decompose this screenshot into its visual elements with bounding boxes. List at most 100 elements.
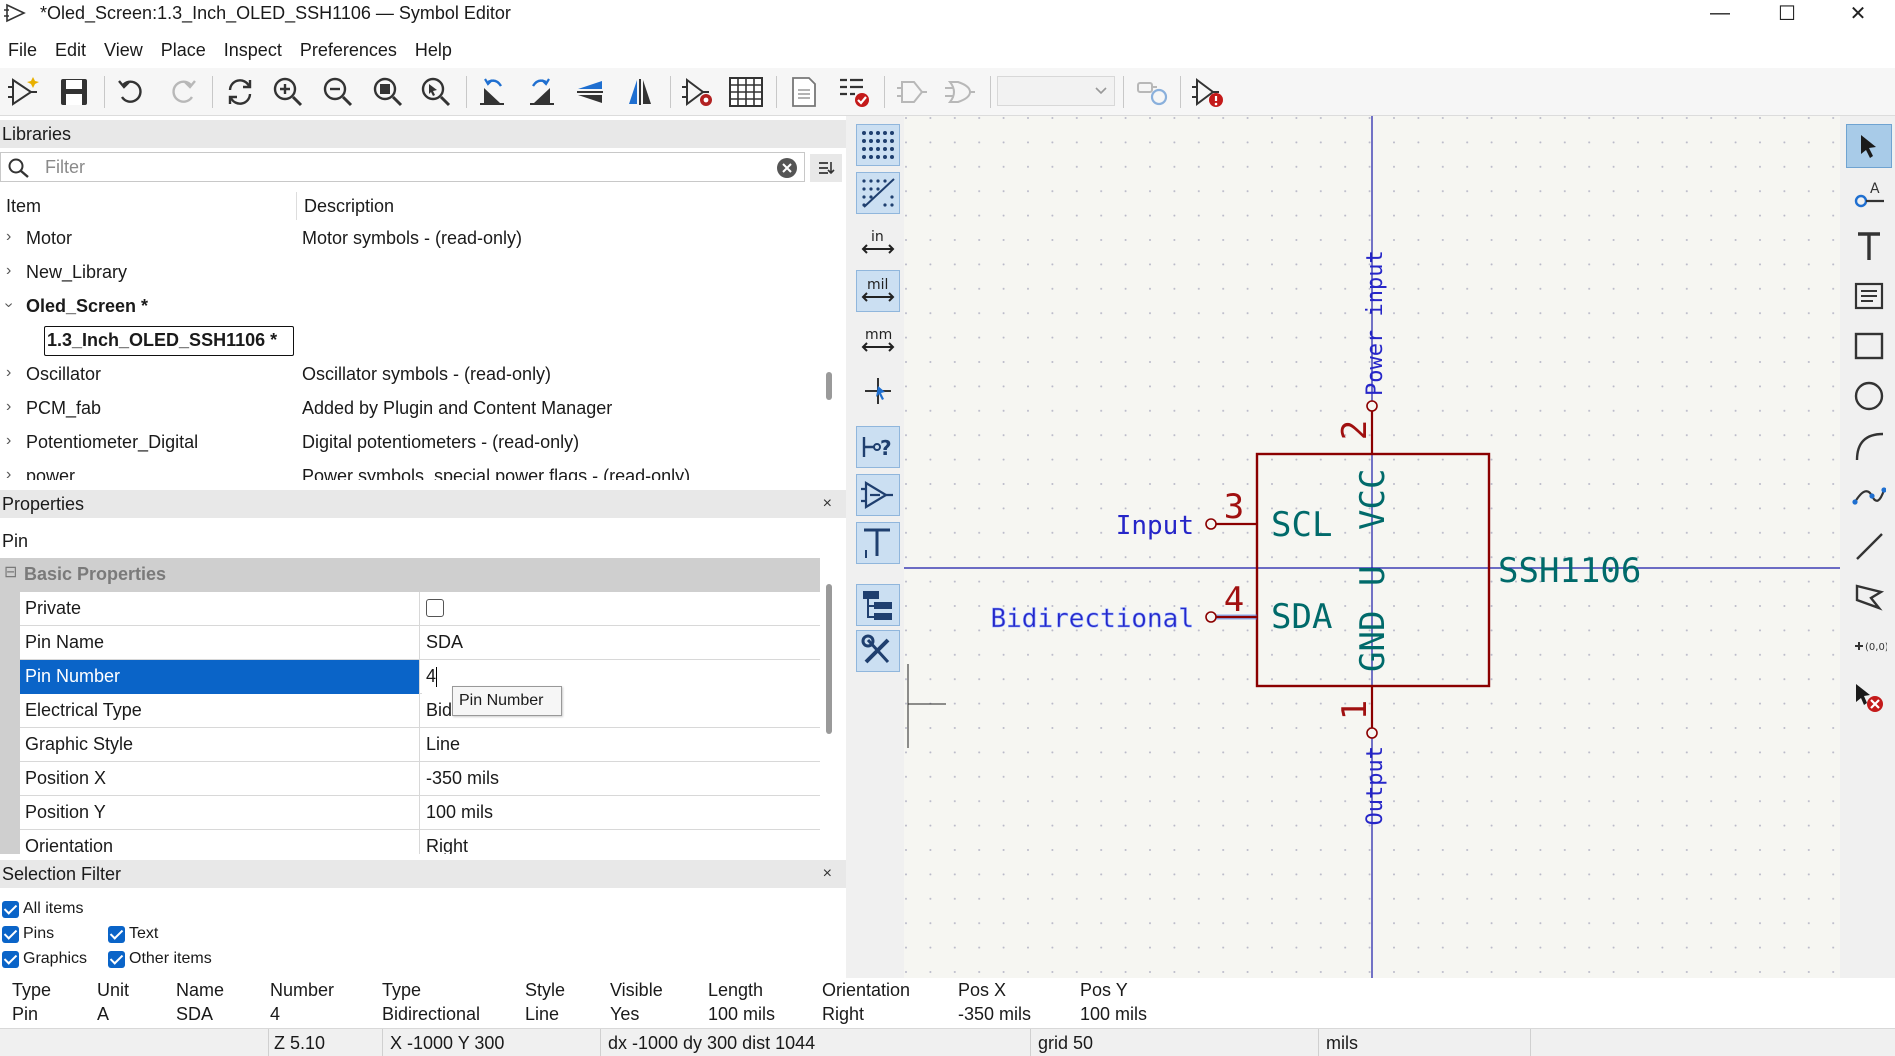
- collapse-icon[interactable]: ⊟: [4, 562, 17, 582]
- select-tool-icon[interactable]: [1846, 124, 1892, 168]
- refresh-icon[interactable]: [220, 74, 260, 110]
- private-checkbox[interactable]: [426, 599, 444, 618]
- undo-icon[interactable]: [112, 74, 152, 110]
- add-textbox-icon[interactable]: [1846, 274, 1892, 318]
- filter-other-items[interactable]: Other items: [108, 950, 212, 968]
- pin-name-value[interactable]: SDA: [422, 626, 820, 660]
- add-rectangle-icon[interactable]: [1846, 324, 1892, 368]
- prop-row-pin-name[interactable]: Pin Name SDA: [20, 626, 820, 660]
- clear-filter-icon[interactable]: [776, 157, 798, 179]
- chevron-right-icon[interactable]: ›: [6, 466, 11, 480]
- close-window-button[interactable]: ✕: [1828, 0, 1888, 26]
- zoom-fit-icon[interactable]: [368, 74, 408, 110]
- units-inches-icon[interactable]: in: [856, 222, 900, 264]
- prop-row-electrical-type[interactable]: Electrical Type Bidirectional: [20, 694, 820, 728]
- menu-preferences[interactable]: Preferences: [292, 36, 407, 64]
- col-item-header[interactable]: Item: [6, 196, 41, 217]
- mirror-horizontal-icon[interactable]: [620, 74, 660, 110]
- chevron-right-icon[interactable]: ›: [6, 364, 11, 382]
- show-hidden-pins-icon[interactable]: [856, 474, 900, 516]
- maximize-button[interactable]: ☐: [1757, 0, 1817, 26]
- show-pin-electrical-type-icon[interactable]: ?: [856, 426, 900, 468]
- chevron-right-icon[interactable]: ›: [6, 432, 11, 450]
- menu-place[interactable]: Place: [153, 36, 216, 64]
- position-x-value[interactable]: -350 mils: [422, 762, 820, 796]
- full-crosshair-icon[interactable]: [856, 370, 900, 412]
- prop-row-position-x[interactable]: Position X -350 mils: [20, 762, 820, 796]
- filter-text[interactable]: Text: [108, 925, 158, 943]
- library-row-potentiometer-digital[interactable]: › Potentiometer_Digital Digital potentio…: [0, 426, 820, 460]
- checkbox-checked[interactable]: [108, 925, 125, 943]
- library-row-oled-screen[interactable]: › Oled_Screen *: [0, 290, 820, 324]
- filter-all-items[interactable]: All items: [2, 900, 83, 918]
- show-pin-numbers-icon[interactable]: [856, 522, 900, 564]
- rotate-cw-icon[interactable]: [522, 74, 562, 110]
- show-body-style-icon[interactable]: [892, 74, 932, 110]
- prop-row-orientation[interactable]: Orientation Right: [20, 830, 820, 854]
- library-scrollbar[interactable]: [826, 372, 832, 400]
- hierarchy-navigator-icon[interactable]: [856, 584, 900, 626]
- checkbox-checked[interactable]: [108, 950, 125, 968]
- zoom-in-icon[interactable]: [268, 74, 308, 110]
- add-polygon-icon[interactable]: [1846, 574, 1892, 618]
- menu-inspect[interactable]: Inspect: [216, 36, 292, 64]
- position-y-value[interactable]: 100 mils: [422, 796, 820, 830]
- datasheet-icon[interactable]: [784, 74, 824, 110]
- menu-edit[interactable]: Edit: [47, 36, 96, 64]
- checkbox-checked[interactable]: [2, 950, 19, 968]
- redo-icon[interactable]: [162, 74, 202, 110]
- properties-panel-toggle-icon[interactable]: [856, 630, 900, 672]
- checkbox-checked[interactable]: [2, 925, 19, 943]
- prop-row-position-y[interactable]: Position Y 100 mils: [20, 796, 820, 830]
- library-row-power[interactable]: › power Power symbols, special power fla…: [0, 460, 820, 480]
- add-bezier-icon[interactable]: [1846, 474, 1892, 518]
- library-row-oscillator[interactable]: › Oscillator Oscillator symbols - (read-…: [0, 358, 820, 392]
- category-basic-properties[interactable]: ⊟ Basic Properties: [0, 558, 820, 592]
- menu-help[interactable]: Help: [407, 36, 462, 64]
- orientation-value[interactable]: Right: [422, 830, 820, 854]
- grid-toggle-icon[interactable]: [856, 124, 900, 166]
- symbol-row-selected[interactable]: 1.3_Inch_OLED_SSH1106 *: [0, 324, 820, 358]
- pin-table-icon[interactable]: [726, 74, 766, 110]
- canvas-drawing[interactable]: 3 4 2 1 SCL SDA VCC GND U SSH1106 Input …: [904, 116, 1840, 978]
- set-anchor-icon[interactable]: (0,0): [1846, 624, 1892, 668]
- rotate-ccw-icon[interactable]: [472, 74, 512, 110]
- add-text-icon[interactable]: [1846, 224, 1892, 268]
- col-description-header[interactable]: Description: [304, 196, 394, 217]
- library-row-new-library[interactable]: › New_Library: [0, 256, 820, 290]
- close-selection-filter-button[interactable]: ×: [823, 860, 832, 888]
- prop-row-pin-number[interactable]: Pin Number 4: [20, 660, 820, 694]
- library-filter-input[interactable]: Filter: [0, 152, 805, 182]
- properties-scrollbar[interactable]: [826, 584, 832, 734]
- new-symbol-icon[interactable]: [4, 74, 44, 110]
- library-row-motor[interactable]: › Motor Motor symbols - (read-only): [0, 222, 820, 256]
- save-icon[interactable]: [54, 74, 94, 110]
- menu-file[interactable]: File: [0, 36, 47, 64]
- delete-tool-icon[interactable]: [1846, 676, 1892, 720]
- zoom-out-icon[interactable]: [318, 74, 358, 110]
- pin-sync-icon[interactable]: [1132, 74, 1172, 110]
- chevron-right-icon[interactable]: ›: [6, 398, 11, 416]
- library-row-pcm-fab[interactable]: › PCM_fab Added by Plugin and Content Ma…: [0, 392, 820, 426]
- chevron-down-icon[interactable]: ›: [0, 302, 18, 307]
- close-properties-button[interactable]: ×: [823, 490, 832, 518]
- sort-options-icon[interactable]: [810, 154, 842, 182]
- prop-row-graphic-style[interactable]: Graphic Style Line: [20, 728, 820, 762]
- filter-graphics[interactable]: Graphics: [2, 950, 87, 968]
- add-circle-icon[interactable]: [1846, 374, 1892, 418]
- add-arc-icon[interactable]: [1846, 424, 1892, 468]
- add-pin-icon[interactable]: A: [1846, 174, 1892, 218]
- units-mils-icon[interactable]: mil: [856, 270, 900, 312]
- checkbox-checked[interactable]: [2, 900, 19, 918]
- check-symbol-errors-icon[interactable]: [1188, 74, 1228, 110]
- show-demorgan-icon[interactable]: [940, 74, 980, 110]
- symbol-properties-icon[interactable]: [678, 74, 718, 110]
- menu-view[interactable]: View: [96, 36, 153, 64]
- graphic-style-value[interactable]: Line: [422, 728, 820, 762]
- zoom-selection-icon[interactable]: [416, 74, 456, 110]
- mirror-vertical-icon[interactable]: [570, 74, 610, 110]
- unit-selector[interactable]: [997, 76, 1115, 106]
- units-mm-icon[interactable]: mm: [856, 320, 900, 362]
- minimize-button[interactable]: —: [1690, 0, 1750, 26]
- symbol-value-text[interactable]: SSH1106: [1498, 551, 1641, 591]
